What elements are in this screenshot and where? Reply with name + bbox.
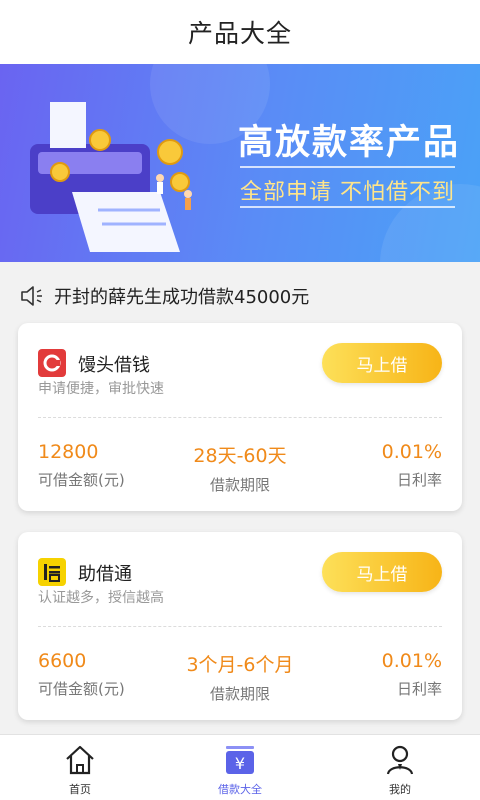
banner-divider [240,206,455,208]
promo-banner[interactable]: 高放款率产品 全部申请 不怕借不到 [0,64,480,262]
bottom-tab-bar: 首页 ¥ 借款大全 我的 [0,734,480,800]
product-desc: 认证越多，授信越高 [38,590,164,606]
rate-stat: 0.01% 日利率 [382,441,442,490]
banner-title: 高放款率产品 [238,123,461,163]
rate-stat: 0.01% 日利率 [382,650,442,699]
speaker-icon [21,286,42,306]
banner-subtitle: 全部申请 不怕借不到 [240,180,455,205]
rate-value: 0.01% [381,441,442,463]
product-card[interactable]: 助借通 认证越多，授信越高 马上借 6600 可借金额(元) 3个月-6个月 借… [18,532,462,720]
product-name: 助借通 [78,564,132,585]
tab-loans[interactable]: ¥ 借款大全 [160,735,320,800]
product-name: 馒头借钱 [78,355,150,376]
page-title: 产品大全 [187,19,292,48]
printer-illustration-icon [30,102,192,252]
product-desc: 申请便捷，审批快速 [38,381,164,397]
app-header: 产品大全 [0,0,480,64]
apply-button[interactable]: 马上借 [322,343,442,383]
card-divider [38,626,442,627]
rate-label: 日利率 [396,680,442,698]
card-header: 助借通 认证越多，授信越高 马上借 [18,532,462,626]
rate-label: 日利率 [396,471,442,489]
home-icon [66,745,94,775]
mantou-logo-icon [38,349,66,377]
notice-text: 开封的薛先生成功借款45000元 [54,287,310,308]
tab-label: 首页 [69,783,91,796]
tab-home[interactable]: 首页 [0,735,160,800]
user-icon [386,745,414,775]
card-header: 馒头借钱 申请便捷，审批快速 马上借 [18,323,462,417]
yuan-icon: ¥ [226,746,254,774]
card-divider [38,417,442,418]
tab-label: 借款大全 [218,783,262,796]
svg-text:¥: ¥ [235,754,245,773]
banner-divider [240,166,455,168]
product-card[interactable]: 馒头借钱 申请便捷，审批快速 马上借 12800 可借金额(元) 28天-60天… [18,323,462,511]
rate-value: 0.01% [381,650,442,672]
tab-mine[interactable]: 我的 [320,735,480,800]
notice-bar: 开封的薛先生成功借款45000元 [18,278,309,314]
apply-button[interactable]: 马上借 [322,552,442,592]
zhujietong-logo-icon [38,558,66,586]
tab-label: 我的 [389,783,411,796]
